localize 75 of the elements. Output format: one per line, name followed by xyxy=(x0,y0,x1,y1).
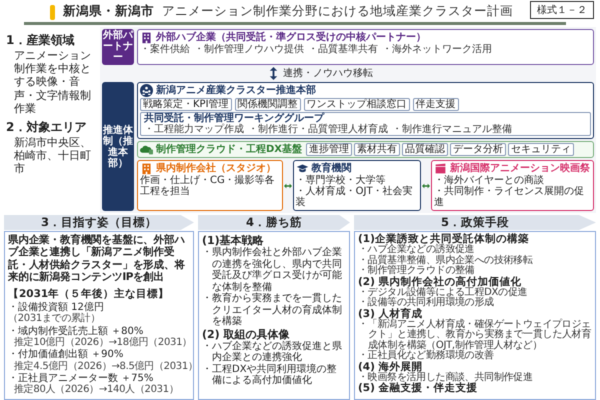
link-label: 連携・ノウハウ移転 xyxy=(283,68,373,79)
goal-text: ・域内制作受託売上額 ＋80% xyxy=(8,326,144,336)
working-group-title: 共同受託・制作管理ワーキンググループ xyxy=(144,113,324,124)
working-group-item: ・工程能力マップ作成 xyxy=(144,124,244,136)
goal-text: ・付加価値創出額 ＋90% xyxy=(8,349,124,360)
cloud-title: 制作管理クラウド・工程DX基盤 xyxy=(156,144,302,156)
feature-chip: セキュリティ xyxy=(508,143,574,156)
member-item: ・人材育成・OJT・社会実装 xyxy=(296,186,414,208)
double-arrow-icon xyxy=(284,182,292,190)
section-heading: 4．勝ち筋 xyxy=(198,215,350,230)
bullet-text: ・県内制作会社と外部ハブ企業の連携を強化し、県内で共同受託及び準グロス受けが可能な体制を整備 xyxy=(202,247,343,293)
group-heading: (2) 取組の具体像 xyxy=(202,328,290,341)
goal-note: 推定4.5億円（2026）→8.5億円（2031） xyxy=(13,360,190,372)
hub-item: ・海外ネットワーク活用 xyxy=(382,44,492,55)
working-group-item: ・制作進行マニュアル整備 xyxy=(392,124,512,136)
group-heading: (3) 人材育成 xyxy=(358,308,424,320)
partner-label: 外部パートナー xyxy=(102,29,134,65)
feature-chip: データ分析 xyxy=(450,143,506,156)
bullet-text: ・ハブ企業などの誘致促進と県内企業との連携強化 xyxy=(202,340,343,364)
goal-text: ・設備投資額 12億円 xyxy=(8,302,104,312)
double-arrow-icon xyxy=(422,182,430,190)
hub-item: ・品質基準共有 xyxy=(308,44,378,55)
member-item: ・専門学校・大学等 xyxy=(296,175,386,186)
overview-heading: 1．産業領域 xyxy=(6,32,76,49)
goal-note: 推定10億円（2026）→18億円（2031） xyxy=(13,337,190,348)
plan-title: アニメーション制作業分野における地域産業クラスター計画 xyxy=(162,3,513,20)
goal-note: （2031までの累計） xyxy=(8,313,100,324)
working-group-item: ・制作進行・品質管理人材育成 xyxy=(248,124,388,136)
member-title: 教育機関 xyxy=(312,163,352,174)
bullet-text: ・工程DXや共同利用環境の整備による高付加価値化 xyxy=(202,364,338,387)
section-heading: 3．目指す姿（目標） xyxy=(4,215,194,230)
section-heading: 5．政策手段 xyxy=(354,215,596,230)
group-heading: (5) 金融支援・伴走支援 xyxy=(358,383,479,394)
goal-note: 推定80人（2026）→140人（2031） xyxy=(13,384,180,395)
promotion-label: 推進体制（推進本部） xyxy=(102,82,134,211)
bullet-text: ・映画祭を活用した商談、共同制作促進 xyxy=(358,372,534,383)
group-heading: (4) 海外展開 xyxy=(358,362,423,373)
member-title: 新潟国際アニメーション映画祭 xyxy=(450,163,590,174)
region-title: 新潟県・新潟市 xyxy=(63,3,154,20)
bullet-text: ・制作管理クラウドの整備 xyxy=(358,266,474,276)
headquarters-title: 新潟アニメ産業クラスター推進本部 xyxy=(156,85,316,96)
bullet-text: ・「新潟アニメ人材育成・確保ゲートウェイプロジェクト」と連携し、教育から実務まで一貫した人材育成体制を構築（OJT,制作管理人材など） xyxy=(358,320,592,351)
member-item: ・共同制作・ライセンス展開の促進 xyxy=(434,186,586,208)
feature-chip: 進捗管理 xyxy=(306,143,352,156)
accent-bar xyxy=(50,5,55,20)
vertical-double-arrow-icon xyxy=(267,66,280,80)
bullet-text: ・品質基準整備、県内企業への技術移転 xyxy=(358,256,534,266)
feature-chip: 素材共有 xyxy=(354,143,400,156)
bullet-text: ・正社員化など勤務環境の改善 xyxy=(358,351,495,362)
task-chip: 関係機関調整 xyxy=(234,98,301,112)
group-heading: (1)企業誘致と共同受託体制の構築 xyxy=(358,234,530,245)
bullet-text: ・デジタル設備等による工程DXの促進 xyxy=(358,288,528,298)
member-item: 作画・仕上げ・CG・撮影等各工程を担当 xyxy=(140,175,276,198)
task-chip: ワンストップ相談窓口 xyxy=(304,98,410,112)
hub-title: 外部ハブ企業（共同受託・準グロス受けの中核パートナー） xyxy=(156,32,426,43)
group-heading: (1)基本戦略 xyxy=(202,234,264,247)
bullet-text: ・ハブ企業などの誘致促進 xyxy=(358,245,474,256)
form-number: 様式１－２ xyxy=(530,1,594,19)
overview-heading: 2．対象エリア xyxy=(6,118,88,136)
hub-item: ・案件供給 xyxy=(140,44,190,55)
overview-text: アニメーション制作業を中核とする映像・音声・文字情報制作業 xyxy=(13,49,92,115)
bullet-text: ・教育から実務までを一貫したクリエイター人材の育成体制を構築 xyxy=(202,293,343,328)
vision-statement: 県内企業・教育機関を基盤に、外部ハブ企業と連携し「新潟アニメ制作受託・人材供給クラスター」を形成、将来的に新潟発コンテンツIPを創出 xyxy=(8,234,186,284)
hub-item: ・制作管理ノウハウ提供 xyxy=(194,44,304,55)
group-heading: (2) 県内制作会社の高付加価値化 xyxy=(358,276,522,288)
bullet-text: ・設備等の共同利用環境の形成 xyxy=(358,298,495,308)
feature-chip: 品質確認 xyxy=(402,143,448,156)
member-title: 県内制作会社（スタジオ） xyxy=(156,163,276,174)
goal-text: ・正社員アニメーター数 ＋75% xyxy=(8,372,154,384)
cloud-database-icon xyxy=(140,143,153,156)
goals-title: 【2031年（５年後）主な目標】 xyxy=(8,286,170,300)
member-item: ・海外バイヤーとの商談 xyxy=(434,175,544,186)
overview-text: 新潟市中央区、柏崎市、十日町市 xyxy=(13,136,92,176)
task-chip: 戦略策定・KPI管理 xyxy=(140,98,232,112)
task-chip: 伴走支援 xyxy=(412,98,459,112)
